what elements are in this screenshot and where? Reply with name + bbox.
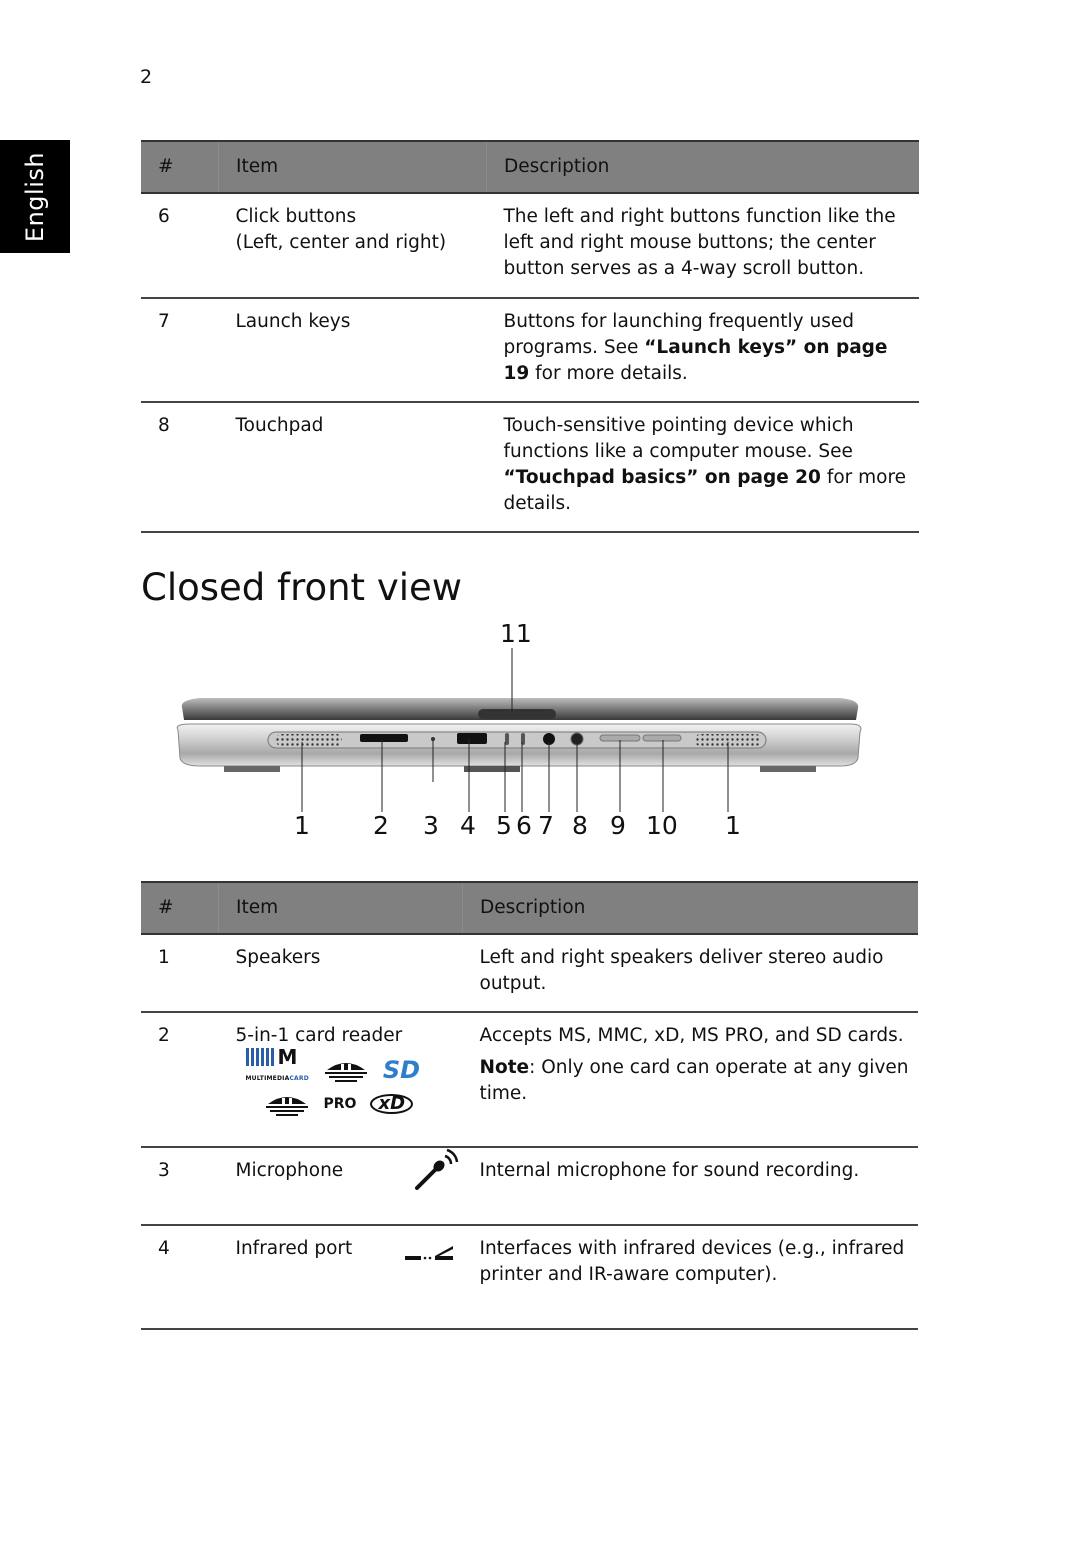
row-number: 4	[141, 1225, 219, 1330]
callout-label: 3	[423, 811, 439, 840]
xd-card-logo-icon: xD	[370, 1094, 414, 1114]
callout-label: 5	[496, 811, 512, 840]
row-item: Click buttons (Left, center and right)	[218, 193, 487, 299]
item-subtitle: (Left, center and right)	[235, 232, 447, 253]
row-description: The left and right buttons function like…	[486, 193, 919, 299]
note: Note: Only one card can operate at any g…	[480, 1055, 919, 1107]
row-item: 5-in-1 card reader M MULTIMEDIACARD SD P…	[218, 1012, 463, 1148]
item-name: Click buttons	[235, 206, 357, 227]
row-description: Touch-sensitive pointing device which fu…	[486, 402, 919, 533]
note-label: Note	[479, 1057, 530, 1078]
item-name: 5-in-1 card reader	[235, 1025, 403, 1046]
callout-label: 1	[294, 811, 310, 840]
header-description: Description	[462, 881, 918, 935]
row-number: 2	[141, 1012, 219, 1148]
card-reader-slot	[360, 734, 408, 742]
desc-text: for more details.	[529, 363, 688, 384]
table-row: 3 Microphone Internal microphone for sou…	[141, 1147, 918, 1226]
foot-left	[224, 766, 280, 772]
row-number: 6	[141, 193, 219, 299]
cross-reference-link[interactable]: “Touchpad basics” on page 20	[504, 467, 821, 488]
microphone-icon	[414, 1148, 458, 1190]
row-description: Internal microphone for sound recording.	[462, 1147, 918, 1226]
row-item: Infrared port	[218, 1225, 409, 1330]
foot-center	[464, 766, 520, 772]
row-number: 7	[141, 298, 219, 403]
wireless-switch	[505, 733, 509, 745]
callout-label: 1	[725, 811, 741, 840]
row-item: Microphone	[218, 1147, 409, 1226]
callout-label: 7	[538, 811, 554, 840]
row-description: Accepts MS, MMC, xD, MS PRO, and SD card…	[462, 1012, 919, 1148]
infrared-port	[457, 733, 487, 744]
language-tab-label: English	[21, 151, 50, 242]
bottom-spec-table: # Item Description 1 Speakers Left and r…	[141, 881, 918, 1330]
infrared-icon	[404, 1246, 453, 1260]
header-description: Description	[486, 140, 919, 194]
language-tab: English	[0, 140, 70, 253]
desc-text: Touch-sensitive pointing device which fu…	[503, 415, 854, 462]
left-speaker-grill	[276, 734, 342, 746]
callout-label-11: 11	[500, 619, 532, 648]
callout-label: 9	[610, 811, 626, 840]
header-item: Item	[218, 140, 487, 194]
top-spec-table: # Item Description 6 Click buttons (Left…	[141, 140, 919, 533]
pro-label: PRO	[323, 1096, 357, 1112]
row-number: 3	[141, 1147, 219, 1226]
table-header-row: # Item Description	[141, 140, 919, 194]
callout-label: 8	[572, 811, 588, 840]
callout-label: 6	[516, 811, 532, 840]
memory-stick-pro-logo-icon	[265, 1097, 308, 1116]
table-header-row: # Item Description	[141, 881, 918, 935]
foot-right	[760, 766, 816, 772]
callout-label: 4	[460, 811, 476, 840]
lid-latch	[478, 709, 556, 719]
callout-label: 10	[646, 811, 678, 840]
table-row: 6 Click buttons (Left, center and right)…	[141, 193, 919, 299]
desc-text: Accepts MS, MMC, xD, MS PRO, and SD card…	[479, 1025, 904, 1046]
row-number: 1	[141, 934, 219, 1013]
card-logos: M MULTIMEDIACARD SD PRO xD	[236, 1047, 463, 1121]
table-row: 4 Infrared port Interfaces with infrared…	[141, 1225, 918, 1330]
row-description: Buttons for launching frequently used pr…	[486, 298, 919, 403]
row-item: Touchpad	[218, 402, 487, 533]
page-number: 2	[140, 66, 153, 88]
memory-stick-logo-icon	[324, 1063, 367, 1082]
header-number: #	[141, 881, 219, 935]
row-description: Left and right speakers deliver stereo a…	[462, 934, 918, 1013]
laptop-front-view-figure: 11 1 2 3 4 5 6 7 8 9 10 1	[176, 619, 862, 840]
table-row: 8 Touchpad Touch-sensitive pointing devi…	[141, 402, 919, 533]
header-number: #	[141, 140, 219, 194]
table-row: 2 5-in-1 card reader M MULTIMEDIACARD SD…	[141, 1012, 919, 1148]
callout-label: 2	[373, 811, 389, 840]
note-text: : Only one card can operate at any given…	[479, 1057, 909, 1104]
row-number: 8	[141, 402, 219, 533]
table-row: 7 Launch keys Buttons for launching freq…	[141, 298, 919, 403]
table-row: 1 Speakers Left and right speakers deliv…	[141, 934, 918, 1013]
row-item: Speakers	[218, 934, 463, 1013]
cd-control-button-right	[642, 734, 682, 742]
multimediacard-logo-icon: M MULTIMEDIACARD	[245, 1045, 309, 1082]
row-item: Launch keys	[218, 298, 487, 403]
section-heading: Closed front view	[141, 566, 463, 609]
header-item: Item	[218, 881, 463, 935]
front-panel	[267, 731, 767, 749]
sd-card-logo-icon: SD	[382, 1056, 421, 1084]
row-description: Interfaces with infrared devices (e.g., …	[462, 1225, 918, 1330]
